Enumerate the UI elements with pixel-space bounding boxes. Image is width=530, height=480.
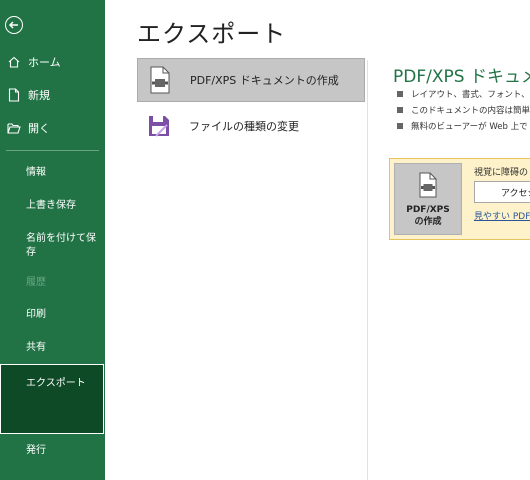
change-file-type-option[interactable]: ファイルの種類の変更 [137, 104, 365, 148]
pdf-document-icon [146, 64, 174, 96]
sidebar-item-history: 履歴 [0, 276, 105, 290]
nav-new-label: 新規 [28, 89, 50, 102]
sidebar-divider [6, 150, 99, 151]
nav-open-label: 開く [28, 122, 50, 135]
sidebar-item-label: エクスポート [26, 378, 86, 389]
nav-new[interactable]: 新規 [0, 83, 105, 107]
export-panel: エクスポート PDF/XPS ドキュメントの作成 ファイルの種類の変更 PDF/… [105, 0, 530, 480]
option-label: ファイルの種類の変更 [189, 120, 299, 133]
accessibility-button[interactable]: アクセシ [474, 181, 530, 203]
bullet-icon [397, 91, 403, 97]
nav-home[interactable]: ホーム [0, 50, 105, 74]
sidebar-item-export[interactable]: エクスポート [0, 364, 104, 434]
bullet-icon [397, 107, 403, 113]
accessibility-heading: 視覚に障碍の [474, 168, 529, 178]
new-document-icon [6, 87, 22, 103]
change-file-type-icon [145, 110, 173, 142]
list-item: このドキュメントの内容は簡単に [397, 102, 530, 118]
bullet-icon [397, 123, 403, 129]
nav-home-label: ホーム [28, 56, 61, 69]
pdf-callout: PDF/XPSの作成 視覚に障碍の アクセシ 見やすい PDF [389, 158, 530, 240]
sidebar-item-label: 発行 [26, 445, 46, 456]
sidebar-item-save-as[interactable]: 名前を付けて保存 [0, 232, 105, 260]
sidebar-item-share[interactable]: 共有 [0, 341, 105, 355]
accessibility-link[interactable]: 見やすい PDF [474, 209, 530, 222]
nav-open[interactable]: 開く [0, 116, 105, 140]
back-arrow-icon [8, 21, 18, 29]
sidebar-item-label: 履歴 [26, 277, 46, 288]
create-pdf-xps-option[interactable]: PDF/XPS ドキュメントの作成 [137, 58, 365, 102]
home-icon [6, 54, 22, 70]
page-title: エクスポート [137, 20, 287, 48]
detail-bullets: レイアウト、書式、フォント、画像 このドキュメントの内容は簡単に 無料のビューア… [397, 86, 530, 134]
list-item: 無料のビューアーが Web 上で [397, 118, 530, 134]
backstage-sidebar: ホーム 新規 開く 情報 上書き保存 名前を付けて保存 履歴 印刷 共有 エクス… [0, 0, 105, 480]
panel-divider [367, 60, 368, 480]
create-pdf-label: PDF/XPS の作成 [406, 205, 450, 227]
list-item: レイアウト、書式、フォント、画像 [397, 86, 530, 102]
sidebar-item-info[interactable]: 情報 [0, 166, 105, 180]
back-button[interactable] [5, 16, 23, 34]
sidebar-item-label: 名前を付けて保存 [26, 233, 96, 258]
sidebar-item-print[interactable]: 印刷 [0, 308, 105, 322]
sidebar-item-label: 上書き保存 [26, 200, 76, 211]
sidebar-item-label: 印刷 [26, 309, 46, 320]
pdf-document-icon [418, 172, 438, 202]
sidebar-item-label: 情報 [26, 167, 46, 178]
sidebar-item-publish[interactable]: 発行 [0, 444, 105, 458]
sidebar-item-save[interactable]: 上書き保存 [0, 199, 105, 213]
detail-title: PDF/XPS ドキュメン [393, 67, 530, 87]
option-label: PDF/XPS ドキュメントの作成 [190, 74, 339, 87]
sidebar-item-label: 共有 [26, 342, 46, 353]
open-folder-icon [6, 120, 22, 136]
create-pdf-button[interactable]: PDF/XPS の作成 [394, 163, 462, 235]
